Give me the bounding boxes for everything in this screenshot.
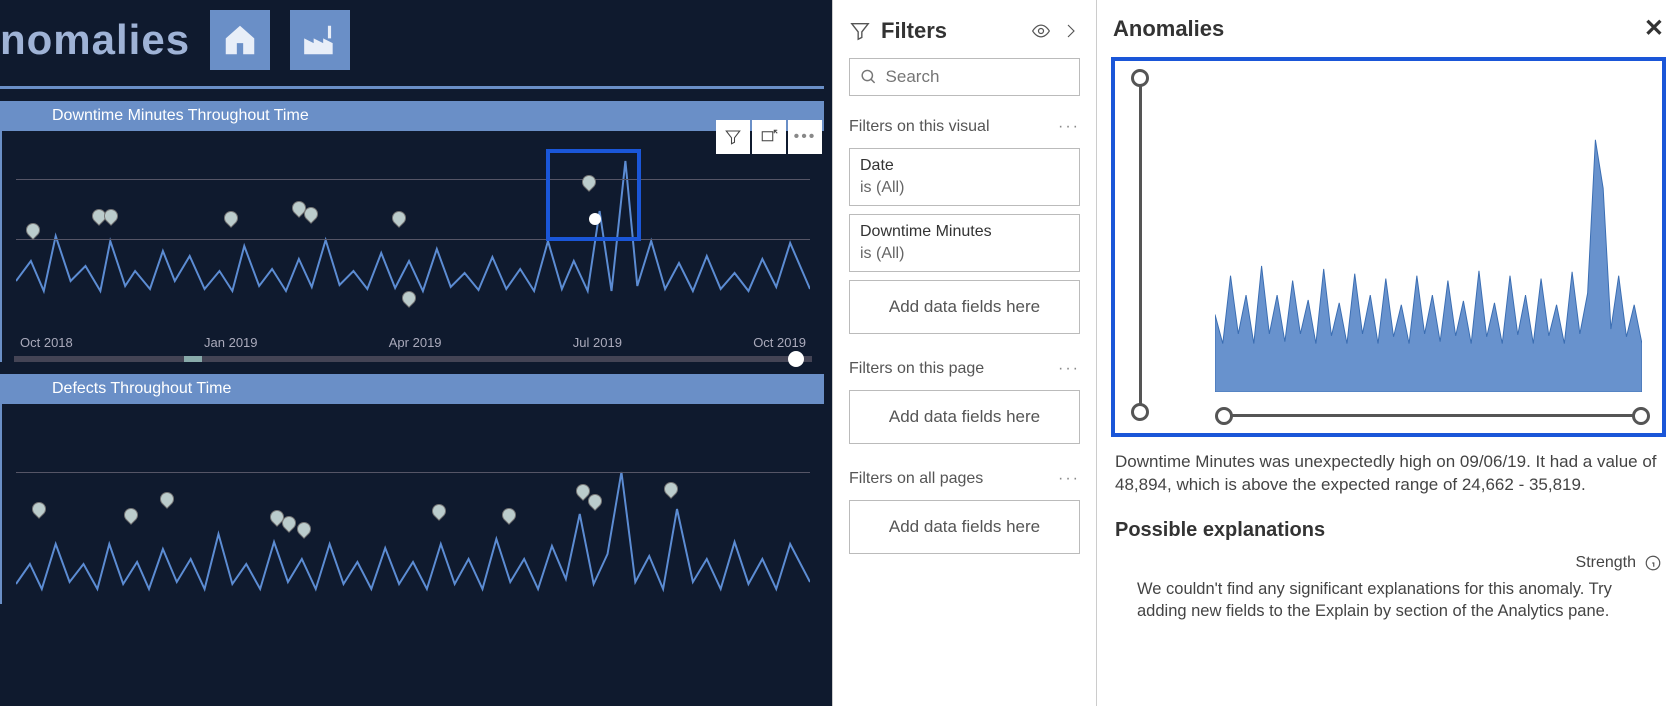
chart-defects-body[interactable] bbox=[2, 404, 824, 604]
selected-anomaly-point[interactable] bbox=[589, 213, 601, 225]
range-slider-handle-bottom[interactable] bbox=[1131, 403, 1149, 421]
chart-defects[interactable]: Defects Throughout Time bbox=[0, 374, 824, 604]
strength-row: Strength bbox=[1107, 550, 1670, 576]
report-canvas: nomalies ••• Downtime Minutes Throughout… bbox=[0, 0, 832, 706]
anomalies-chart[interactable] bbox=[1111, 57, 1666, 437]
range-slider-handle-top[interactable] bbox=[1131, 69, 1149, 87]
range-slider-horizontal[interactable] bbox=[1223, 414, 1642, 417]
anomalies-title: Anomalies bbox=[1113, 16, 1224, 42]
filters-search[interactable] bbox=[849, 58, 1080, 96]
range-slider-handle-right[interactable] bbox=[1632, 407, 1650, 425]
ellipsis-icon[interactable]: ··· bbox=[1058, 118, 1080, 136]
page-title: nomalies bbox=[0, 16, 190, 64]
factory-button[interactable] bbox=[290, 10, 350, 70]
filters-section-visual: Filters on this visual ··· bbox=[843, 114, 1086, 140]
report-header: nomalies bbox=[0, 0, 832, 80]
filters-section-all: Filters on all pages ··· bbox=[843, 466, 1086, 492]
chart-downtime-line bbox=[16, 141, 810, 311]
funnel-icon bbox=[724, 128, 742, 146]
home-button[interactable] bbox=[210, 10, 270, 70]
chart-scrollbar[interactable] bbox=[14, 356, 812, 362]
focus-icon bbox=[760, 128, 778, 146]
filters-header: Filters bbox=[843, 10, 1086, 58]
filters-search-input[interactable] bbox=[886, 67, 1069, 87]
info-icon[interactable] bbox=[1644, 554, 1662, 572]
range-slider-vertical[interactable] bbox=[1139, 77, 1142, 413]
filters-title: Filters bbox=[881, 18, 947, 44]
filter-card-downtime[interactable]: Downtime Minutes is (All) bbox=[849, 214, 1080, 272]
add-fields-visual[interactable]: Add data fields here bbox=[849, 280, 1080, 334]
chart-downtime-xticks: Oct 2018 Jan 2019 Apr 2019 Jul 2019 Oct … bbox=[2, 331, 824, 356]
anomaly-description: Downtime Minutes was unexpectedly high o… bbox=[1107, 447, 1670, 513]
factory-icon bbox=[301, 21, 339, 59]
chart-defects-title: Defects Throughout Time bbox=[2, 374, 824, 404]
filters-section-page: Filters on this page ··· bbox=[843, 356, 1086, 382]
close-icon[interactable]: ✕ bbox=[1644, 14, 1664, 43]
home-icon bbox=[221, 21, 259, 59]
chart-downtime[interactable]: Downtime Minutes Throughout Time Oct 201… bbox=[0, 101, 824, 362]
ellipsis-icon[interactable]: ··· bbox=[1058, 470, 1080, 488]
add-fields-page[interactable]: Add data fields here bbox=[849, 390, 1080, 444]
filter-icon bbox=[849, 20, 871, 42]
more-options-button[interactable]: ••• bbox=[788, 120, 822, 154]
eye-icon[interactable] bbox=[1030, 21, 1052, 41]
filter-card-date[interactable]: Date is (All) bbox=[849, 148, 1080, 206]
ellipsis-icon: ••• bbox=[794, 128, 817, 146]
anomaly-explanation-body: We couldn't find any significant explana… bbox=[1107, 576, 1670, 633]
chevron-right-icon[interactable] bbox=[1062, 20, 1080, 42]
filters-pane: Filters Filters on this visual ··· Date … bbox=[832, 0, 1096, 706]
add-fields-all[interactable]: Add data fields here bbox=[849, 500, 1080, 554]
anomalies-pane: Anomalies ✕ Downtime Minutes was unexpec… bbox=[1096, 0, 1680, 706]
visual-filter-button[interactable] bbox=[716, 120, 750, 154]
anomalies-sparkline bbox=[1215, 101, 1642, 392]
visual-toolbar: ••• bbox=[716, 120, 822, 154]
possible-explanations-header: Possible explanations bbox=[1107, 513, 1670, 550]
chart-downtime-body[interactable] bbox=[2, 131, 824, 331]
range-slider-handle-left[interactable] bbox=[1215, 407, 1233, 425]
chart-downtime-title: Downtime Minutes Throughout Time bbox=[2, 101, 824, 131]
ellipsis-icon[interactable]: ··· bbox=[1058, 360, 1080, 378]
strength-label: Strength bbox=[1576, 554, 1636, 572]
anomalies-header: Anomalies ✕ bbox=[1107, 14, 1670, 53]
search-icon bbox=[860, 67, 878, 87]
focus-mode-button[interactable] bbox=[752, 120, 786, 154]
